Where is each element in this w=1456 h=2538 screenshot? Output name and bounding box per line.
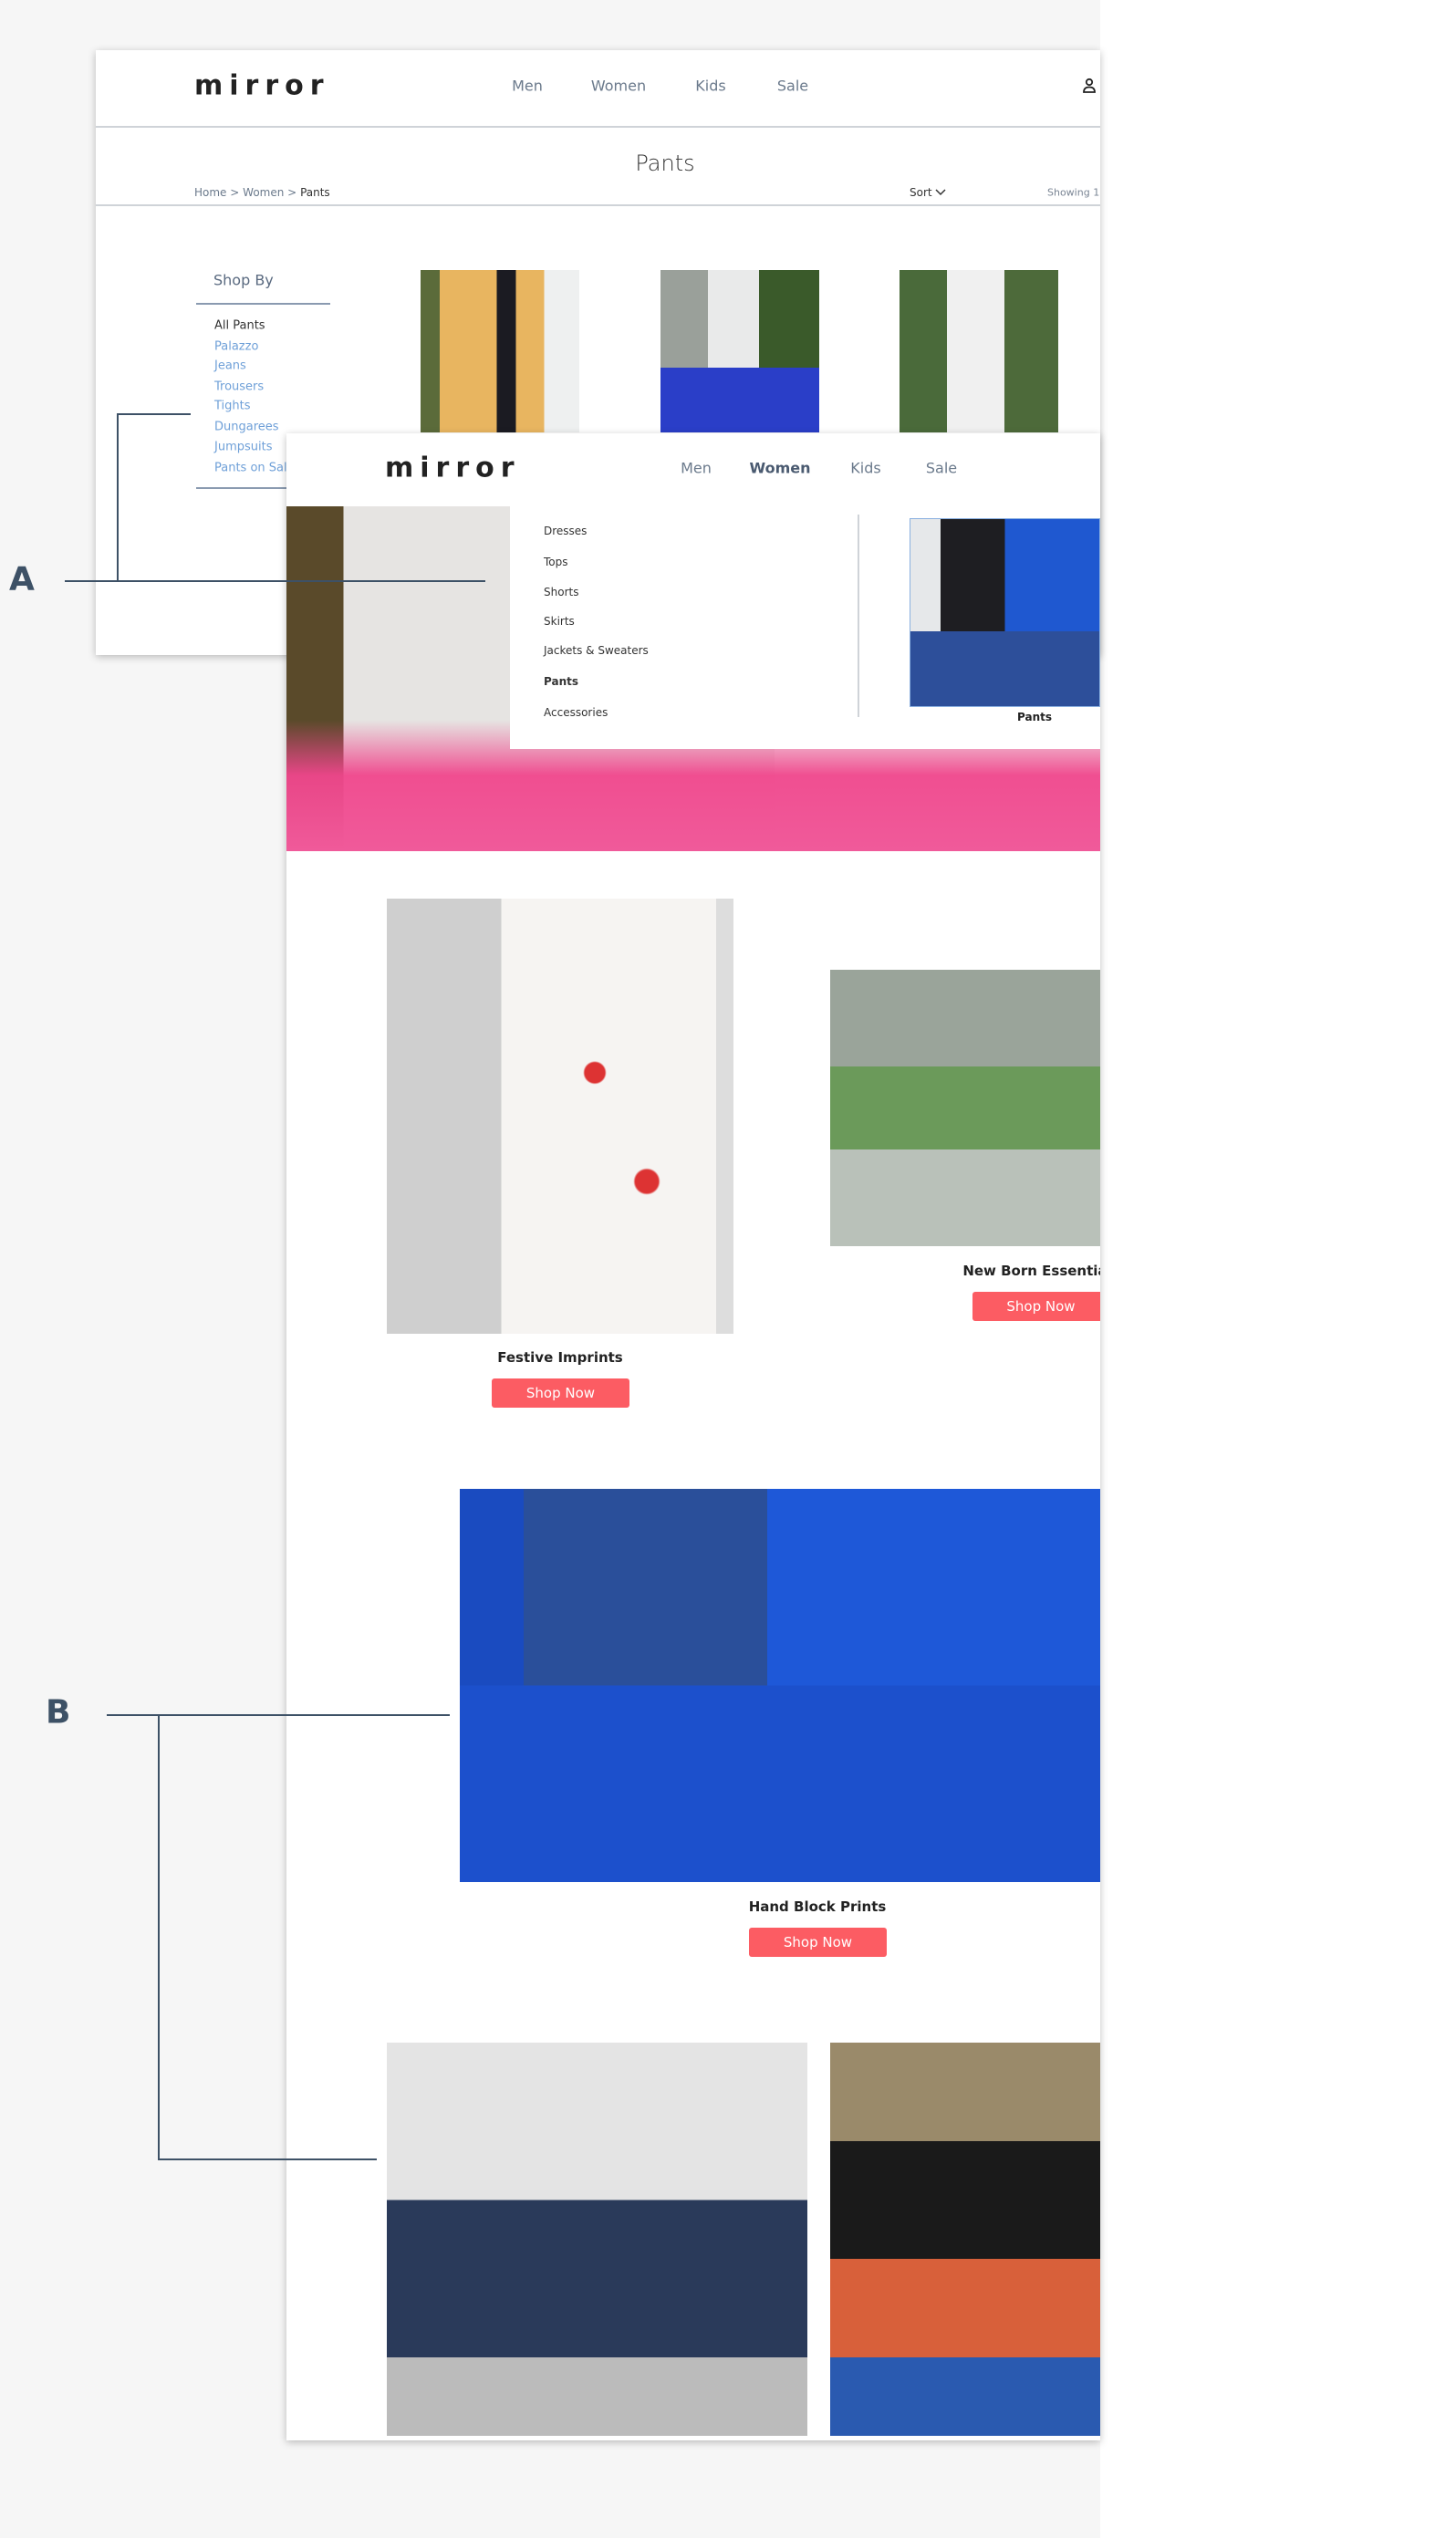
menu-item-pants[interactable]: Pants <box>544 675 578 688</box>
promo-title: New Born Essential <box>962 1263 1100 1279</box>
annotation-line <box>158 1715 160 2160</box>
user-icon[interactable] <box>1082 78 1097 94</box>
logo[interactable]: mirror <box>385 452 521 484</box>
promo-image-festive[interactable] <box>387 899 733 1334</box>
product-image[interactable] <box>900 270 1058 432</box>
women-landing-page: mirror Men Women Kids Sale Dresses Tops … <box>286 433 1100 2440</box>
sort-dropdown[interactable]: Sort <box>910 186 946 199</box>
breadcrumb: Home > Women > Pants <box>194 186 330 199</box>
nav-men[interactable]: Men <box>512 78 543 95</box>
mega-menu-dropdown: Dresses Tops Shorts Skirts Jackets & Swe… <box>510 506 1100 749</box>
promo-title: Festive Imprints <box>497 1349 623 1366</box>
annotation-label-b: B <box>46 1693 71 1732</box>
product-image[interactable] <box>660 270 819 432</box>
breadcrumb-home[interactable]: Home <box>194 186 226 199</box>
menu-item-skirts[interactable]: Skirts <box>544 615 575 628</box>
sidebar-item-all-pants[interactable]: All Pants <box>214 319 265 333</box>
annotation-line <box>117 413 191 415</box>
menu-item-jackets-sweaters[interactable]: Jackets & Sweaters <box>544 644 649 657</box>
chevron-down-icon <box>935 189 946 196</box>
sidebar-item-jumpsuits[interactable]: Jumpsuits <box>214 441 272 454</box>
breadcrumb-women[interactable]: Women <box>243 186 284 199</box>
shop-now-button[interactable]: Shop Now <box>492 1378 629 1408</box>
sidebar-item-tights[interactable]: Tights <box>214 400 251 413</box>
sidebar-heading: Shop By <box>213 271 274 289</box>
promo-image-hand-block[interactable] <box>460 1489 1100 1882</box>
women-category-image[interactable] <box>830 2043 1100 2436</box>
breadcrumb-separator: > <box>287 186 297 199</box>
promo-image-newborn[interactable] <box>830 970 1100 1246</box>
promo-title: Hand Block Prints <box>748 1898 887 1915</box>
nav-sale[interactable]: Sale <box>777 78 808 95</box>
shop-now-button[interactable]: Shop Now <box>749 1928 887 1957</box>
shop-now-button[interactable]: Shop Now <box>972 1292 1100 1321</box>
header-divider <box>96 126 1100 128</box>
page-title: Pants <box>635 151 695 176</box>
annotation-label-a: A <box>9 560 35 598</box>
menu-feature-image[interactable] <box>910 518 1100 707</box>
annotation-line <box>158 2158 377 2160</box>
breadcrumb-separator: > <box>230 186 240 199</box>
menu-divider <box>858 515 859 717</box>
nav-kids[interactable]: Kids <box>695 78 725 95</box>
result-count: Showing 15 <box>1047 186 1100 199</box>
menu-item-dresses[interactable]: Dresses <box>544 525 587 537</box>
logo[interactable]: mirror <box>194 70 330 102</box>
sort-label: Sort <box>910 186 932 199</box>
product-image[interactable] <box>421 270 579 432</box>
sidebar-item-jeans[interactable]: Jeans <box>214 359 246 373</box>
annotation-line <box>117 414 119 581</box>
nav-women[interactable]: Women <box>750 460 811 477</box>
sidebar-item-pants-on-sale[interactable]: Pants on Sale <box>214 462 295 475</box>
breadcrumb-current: Pants <box>300 186 330 199</box>
nav-men[interactable]: Men <box>681 460 712 477</box>
nav-sale[interactable]: Sale <box>926 460 957 477</box>
nav-kids[interactable]: Kids <box>850 460 880 477</box>
sidebar-divider <box>196 303 330 305</box>
menu-item-accessories[interactable]: Accessories <box>544 706 608 719</box>
menu-feature-caption: Pants <box>1017 711 1052 723</box>
men-category-image[interactable] <box>387 2043 807 2436</box>
sidebar-item-palazzo[interactable]: Palazzo <box>214 340 258 354</box>
toolbar-divider <box>96 204 1100 206</box>
menu-item-shorts[interactable]: Shorts <box>544 586 578 598</box>
nav-women[interactable]: Women <box>591 78 646 95</box>
menu-item-tops[interactable]: Tops <box>544 556 568 568</box>
sidebar-item-dungarees[interactable]: Dungarees <box>214 421 279 434</box>
sidebar-item-trousers[interactable]: Trousers <box>214 380 264 394</box>
annotation-line <box>65 580 485 582</box>
